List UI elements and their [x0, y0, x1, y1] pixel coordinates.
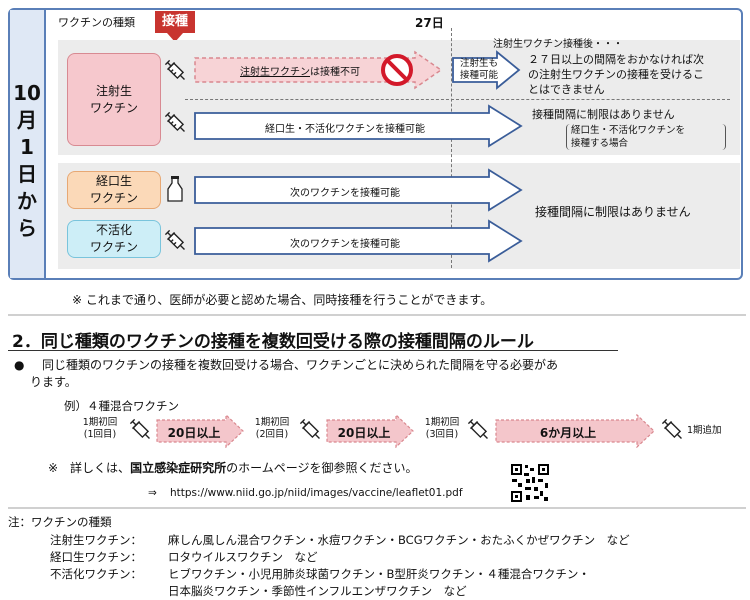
interval-label-1: 20日以上 — [167, 426, 221, 440]
section2-title: 2．同じ種類のワクチンの接種を複数回受ける際の接種間隔のルール — [12, 332, 534, 352]
dose-step-1: 1期初回 (1回目) — [82, 417, 118, 440]
vaccine-type-header: ワクチンの種類 — [58, 16, 135, 29]
row-divider — [185, 99, 730, 100]
interval-label-3: 6か月以上 — [539, 426, 597, 440]
qr-code-icon[interactable] — [510, 463, 550, 503]
syringe-icon — [129, 418, 150, 439]
no-restriction-note: 接種間隔に制限はありません — [535, 205, 691, 219]
types-injection-list: 麻しん風しん混合ワクチン・水痘ワクチン・BCGワクチン・おたふくかぜワクチン な… — [168, 533, 630, 547]
bullet-icon: ● — [14, 358, 25, 372]
day-27-label: 27日 — [415, 16, 444, 30]
injection-other-note: 接種間隔に制限はありません — [532, 108, 675, 121]
section2-body: 同じ種類のワクチンの接種を複数回受ける場合、ワクチンごとに決められた間隔を守る必… — [30, 358, 559, 372]
niid-url-link[interactable]: https://www.niid.go.jp/niid/images/vacci… — [170, 487, 463, 499]
injection-other-condition: 経口生・不活化ワクチンを 接種する場合 — [566, 124, 726, 150]
oral-arrow-text: 次のワクチンを接種可能 — [290, 188, 400, 199]
interval-label-2: 20日以上 — [337, 426, 391, 440]
injection-note-title: 注射生ワクチン接種後・・・ — [493, 39, 623, 50]
inactivated-arrow-text: 次のワクチンを接種可能 — [290, 239, 400, 250]
injection-other-text: 経口生・不活化ワクチンを接種可能 — [265, 124, 425, 135]
types-inactivated-list-cont: 日本脳炎ワクチン・季節性インフルエンザワクチン など — [168, 584, 467, 598]
prohibited-icon — [381, 54, 413, 86]
syringe-icon — [467, 418, 488, 439]
section2-body-cont: ります。 — [30, 375, 77, 389]
section-divider — [8, 314, 746, 316]
syringe-icon — [164, 229, 185, 250]
section2-underline — [8, 350, 618, 351]
vaccination-badge: 接種 — [155, 11, 195, 33]
types-inactivated-list: ヒブワクチン・小児用肺炎球菌ワクチン・B型肝炎ワクチン・４種混合ワクチン・ — [168, 567, 590, 581]
dose-step-3: 1期初回 (3回目) — [424, 417, 460, 440]
types-title: 注：ワクチンの種類 — [8, 515, 112, 529]
inactivated-vaccine-box: 不活化 ワクチン — [67, 220, 161, 258]
dose-step-2: 1期初回 (2回目) — [254, 417, 290, 440]
syringe-icon — [299, 418, 320, 439]
types-divider — [8, 507, 746, 509]
injection-live-vaccine-box: 注射生 ワクチン — [67, 53, 161, 146]
start-date-label: 10 月 1 日 から — [13, 81, 41, 240]
types-oral-label: 経口生ワクチン： — [50, 550, 142, 564]
syringe-icon — [164, 59, 185, 80]
syringe-icon — [164, 111, 185, 132]
oral-bottle-icon — [167, 176, 183, 202]
injection-allowed-text: 注射生も 接種可能 — [459, 58, 498, 81]
syringe-icon — [661, 418, 682, 439]
injection-blocked-text: 注射生ワクチンは接種不可 — [240, 67, 360, 78]
oral-live-vaccine-box: 経口生 ワクチン — [67, 171, 161, 209]
types-inactivated-label: 不活化ワクチン： — [50, 567, 142, 581]
types-oral-list: ロタウイルスワクチン など — [168, 550, 318, 564]
url-arrow-icon: ⇒ — [148, 487, 157, 499]
simultaneous-footnote: ※ これまで通り、医師が必要と認めた場合、同時接種を行うことができます。 — [72, 293, 493, 307]
injection-note: ２７日以上の間隔をおかなければ次 の注射生ワクチンの接種を受けるこ とはできませ… — [528, 53, 704, 96]
details-text: ※ 詳しくは、国立感染症研究所のホームページを御参照ください。 — [48, 461, 418, 475]
dose-step-booster: 1期追加 — [687, 425, 722, 436]
types-injection-label: 注射生ワクチン： — [50, 533, 142, 547]
example-label: 例）４種混合ワクチン — [64, 399, 179, 413]
